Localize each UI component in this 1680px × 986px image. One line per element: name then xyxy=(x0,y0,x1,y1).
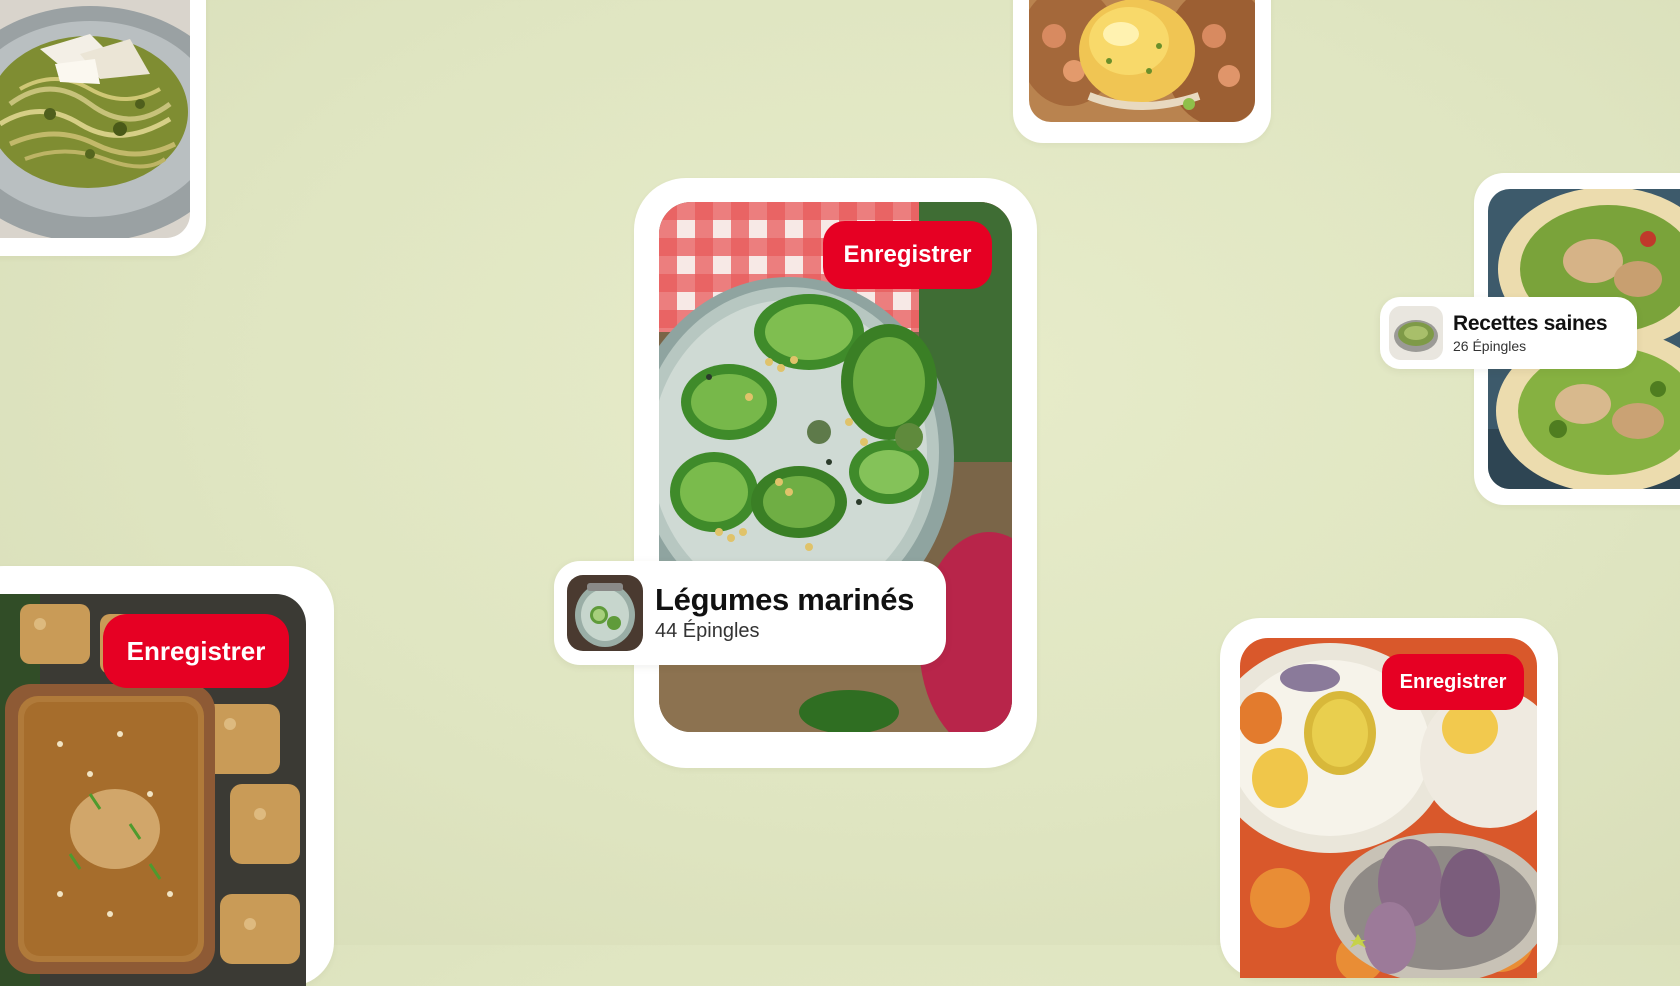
pin-image-pasta xyxy=(0,0,190,238)
board-chip-healthy[interactable]: Recettes saines 26 Épingles xyxy=(1380,297,1637,369)
board-text-healthy: Recettes saines 26 Épingles xyxy=(1453,311,1608,356)
pin-card-pickles[interactable]: Enregistrer xyxy=(634,178,1037,768)
board-name-pickled: Légumes marinés xyxy=(655,582,915,617)
pin-card-tofu[interactable]: Enregistrer xyxy=(0,566,334,986)
pin-card-pasta[interactable] xyxy=(0,0,206,256)
board-text-pickled: Légumes marinés 44 Épingles xyxy=(655,582,914,644)
save-button-fruits[interactable]: Enregistrer xyxy=(1382,654,1524,710)
board-name-healthy: Recettes saines xyxy=(1453,311,1608,335)
pin-image-eggs xyxy=(1029,0,1255,122)
board-count-healthy: 26 Épingles xyxy=(1453,337,1527,354)
pin-card-fruits[interactable]: Enregistrer xyxy=(1220,618,1558,978)
board-thumb-pickled xyxy=(567,575,643,651)
save-button-pickles[interactable]: Enregistrer xyxy=(823,221,992,289)
board-chip-pickled[interactable]: Légumes marinés 44 Épingles xyxy=(554,561,946,665)
save-button-tofu[interactable]: Enregistrer xyxy=(103,614,289,688)
board-count-pickled: 44 Épingles xyxy=(655,620,760,642)
pin-card-eggs[interactable] xyxy=(1013,0,1271,143)
board-thumb-healthy xyxy=(1389,306,1443,360)
